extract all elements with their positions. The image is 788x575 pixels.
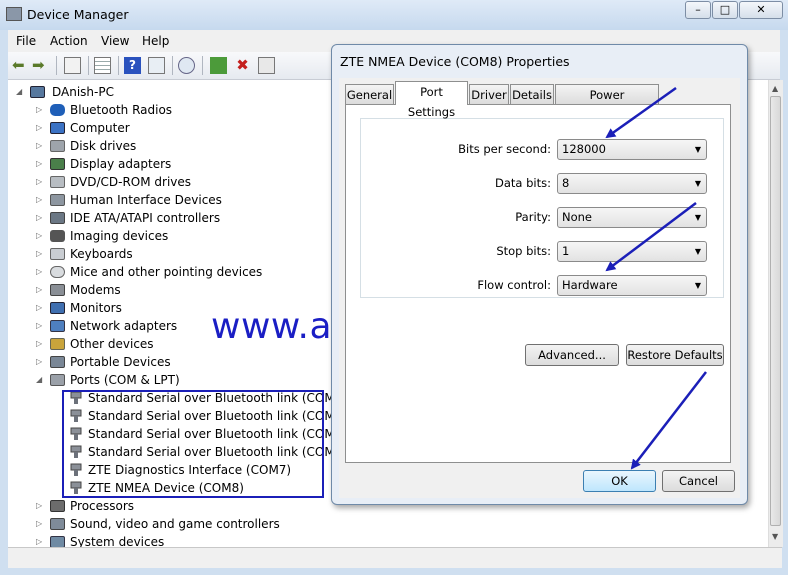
annotation-arrows [605, 86, 707, 470]
arrow-to-ok-button [630, 371, 707, 470]
arrow-to-flow-control [605, 202, 697, 272]
tab-port-settings[interactable]: Port Settings [395, 81, 468, 119]
arrow-to-bits-per-second [605, 86, 677, 139]
